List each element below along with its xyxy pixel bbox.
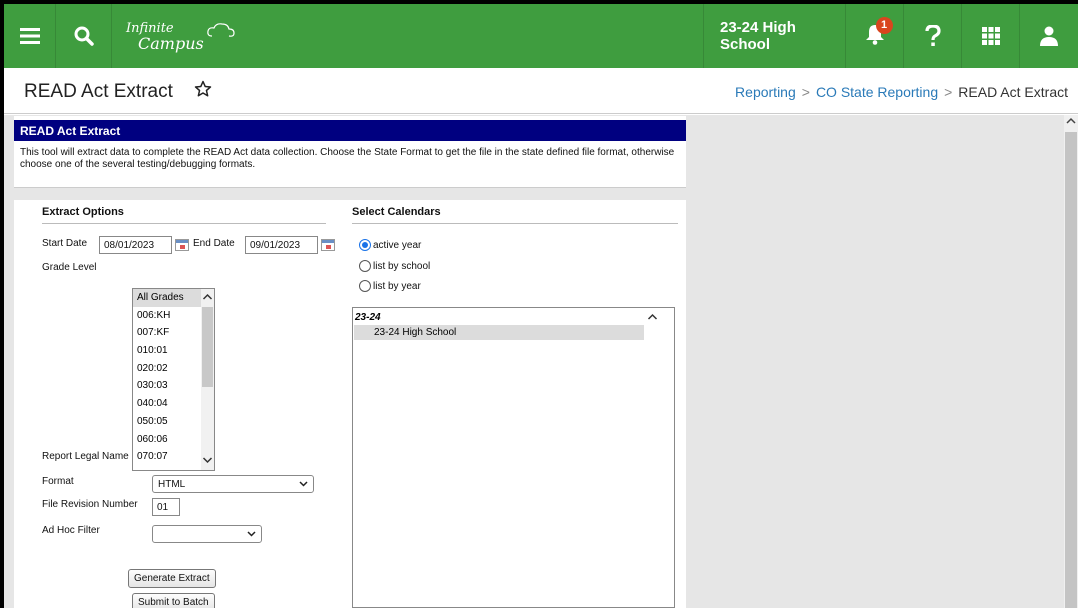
bell-wrapper: 1 [865, 16, 893, 50]
breadcrumb-link-co-state-reporting[interactable]: CO State Reporting [816, 84, 938, 100]
ad-hoc-filter-select[interactable] [152, 525, 262, 543]
help-icon [924, 25, 941, 46]
cloud-logo-icon [206, 23, 235, 37]
grade-list-scrollbar[interactable] [201, 289, 214, 470]
chevron-down-icon [247, 531, 256, 537]
top-nav-bar: Infinite Campus 23-24 High School 1 [4, 4, 1078, 68]
page-header: READ Act Extract Reporting > CO State Re… [4, 68, 1078, 114]
start-date-label: Start Date [42, 238, 88, 249]
breadcrumb: Reporting > CO State Reporting > READ Ac… [735, 84, 1068, 100]
panel-divider [14, 188, 686, 200]
radio-list-by-year[interactable] [359, 280, 371, 292]
page-scroll-thumb[interactable] [1065, 132, 1077, 608]
grade-level-list[interactable]: All Grades 006:KH 007:KF 010:01 020:02 0… [132, 288, 215, 471]
infinite-campus-logo[interactable]: Infinite Campus [112, 4, 242, 68]
grade-list-scroll-thumb[interactable] [202, 307, 213, 387]
radio-label-list-by-year[interactable]: list by year [373, 281, 421, 292]
panel-header: READ Act Extract [14, 120, 686, 141]
radio-list-by-school[interactable] [359, 260, 371, 272]
tool-description: This tool will extract data to complete … [14, 141, 686, 188]
school-selector[interactable]: 23-24 High School [704, 4, 846, 68]
start-date-input[interactable]: 08/01/2023 [99, 236, 172, 254]
format-selected-value: HTML [158, 479, 186, 490]
page-scrollbar[interactable] [1064, 115, 1078, 608]
scroll-up-icon[interactable] [647, 312, 658, 322]
apps-button[interactable] [962, 4, 1020, 68]
top-nav-spacer [242, 4, 704, 68]
radio-label-active-year[interactable]: active year [373, 240, 421, 251]
radio-active-year[interactable] [359, 239, 371, 251]
extract-options-title: Extract Options [42, 206, 326, 224]
chevron-down-icon [299, 481, 308, 487]
scroll-up-icon[interactable] [202, 292, 213, 302]
format-select[interactable]: HTML [152, 475, 314, 493]
search-button[interactable] [56, 4, 112, 68]
end-date-label: End Date [193, 238, 235, 249]
submit-to-batch-button[interactable]: Submit to Batch [132, 593, 215, 608]
user-account-button[interactable] [1020, 4, 1078, 68]
help-button[interactable] [904, 4, 962, 68]
start-date-calendar-icon[interactable] [175, 239, 189, 251]
apps-grid-icon [981, 27, 1000, 45]
file-revision-label: File Revision Number [42, 499, 138, 510]
notification-badge: 1 [875, 16, 893, 34]
format-label: Format [42, 476, 74, 487]
calendar-list[interactable]: 23-24 23-24 High School [352, 307, 675, 608]
breadcrumb-current: READ Act Extract [958, 84, 1068, 100]
user-icon [1040, 26, 1058, 46]
calendar-group-header: 23-24 [355, 312, 381, 323]
page-title: READ Act Extract [24, 81, 173, 102]
menu-button[interactable] [4, 4, 56, 68]
report-legal-name-label: Report Legal Name [42, 451, 129, 462]
end-date-input[interactable]: 09/01/2023 [245, 236, 318, 254]
end-date-calendar-icon[interactable] [321, 239, 335, 251]
chevron-right-icon: > [944, 84, 953, 100]
app-window: Infinite Campus 23-24 High School 1 READ… [4, 4, 1078, 608]
ad-hoc-filter-label: Ad Hoc Filter [42, 525, 100, 536]
logo-line-2: Campus [138, 34, 204, 53]
select-calendars-title: Select Calendars [352, 206, 678, 224]
file-revision-input[interactable]: 01 [152, 498, 180, 516]
grade-level-label: Grade Level [42, 262, 97, 273]
scroll-down-icon[interactable] [202, 455, 213, 465]
generate-extract-button[interactable]: Generate Extract [128, 569, 216, 588]
radio-label-list-by-school[interactable]: list by school [373, 261, 430, 272]
search-icon [74, 26, 94, 46]
breadcrumb-link-reporting[interactable]: Reporting [735, 84, 796, 100]
notifications-button[interactable]: 1 [846, 4, 904, 68]
menu-icon [19, 28, 40, 44]
calendar-item[interactable]: 23-24 High School [354, 325, 644, 340]
chevron-right-icon: > [801, 84, 810, 100]
scroll-up-icon[interactable] [1066, 117, 1076, 125]
favorite-star-icon[interactable] [194, 80, 212, 98]
